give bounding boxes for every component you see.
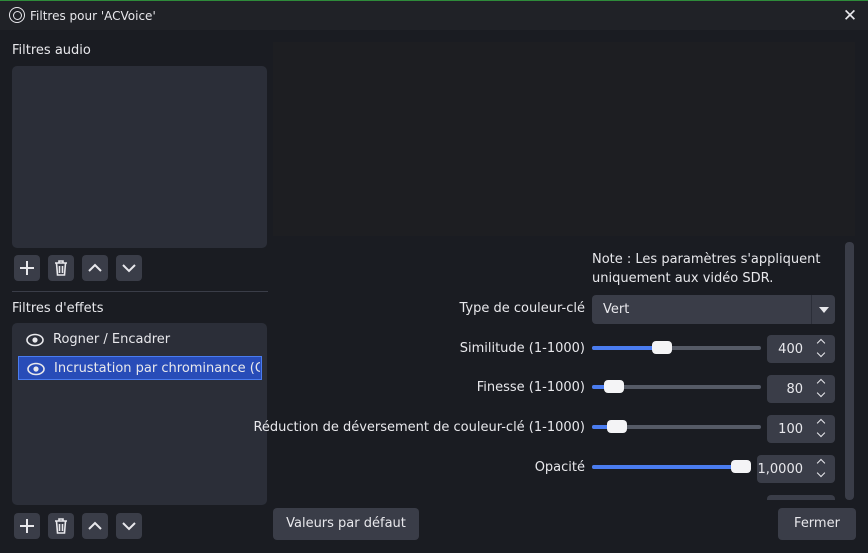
effect-filters-label: Filtres d'effets <box>12 301 104 316</box>
decrement-icon[interactable] <box>813 429 833 441</box>
similarity-value: 400 <box>778 342 803 357</box>
eye-icon[interactable] <box>26 333 44 347</box>
effect-filter-name: Incrustation par chrominance (Chi <box>54 361 260 376</box>
decrement-icon[interactable] <box>813 349 833 361</box>
plus-icon <box>20 519 34 533</box>
opacity-value: 1,0000 <box>757 462 804 477</box>
close-button[interactable]: Fermer <box>778 508 856 540</box>
smoothness-value: 80 <box>786 382 803 397</box>
add-effect-filter-button[interactable] <box>14 513 40 539</box>
increment-icon[interactable] <box>813 457 833 469</box>
increment-icon[interactable] <box>813 337 833 349</box>
increment-icon[interactable] <box>813 417 833 429</box>
remove-audio-filter-button[interactable] <box>48 255 74 281</box>
properties-scrollbar[interactable] <box>845 242 854 500</box>
audio-filters-list[interactable] <box>12 66 267 248</box>
hidden-property-spinbox[interactable] <box>767 495 835 500</box>
effect-filter-item[interactable]: Rogner / Encadrer <box>18 328 262 352</box>
remove-effect-filter-button[interactable] <box>48 513 74 539</box>
spill-reduction-slider[interactable] <box>592 420 761 433</box>
opacity-slider[interactable] <box>592 460 751 473</box>
smoothness-slider[interactable] <box>592 380 761 393</box>
opacity-spinbox[interactable]: 1,0000 <box>757 455 835 483</box>
section-divider <box>12 291 268 292</box>
add-audio-filter-button[interactable] <box>14 255 40 281</box>
chevron-down-icon <box>122 522 136 531</box>
title-bar: Filtres pour 'ACVoice' ✕ <box>0 0 868 30</box>
increment-icon[interactable] <box>813 377 833 389</box>
decrement-icon[interactable] <box>813 389 833 401</box>
similarity-slider-handle[interactable] <box>651 341 672 354</box>
similarity-spinbox[interactable]: 400 <box>767 335 835 363</box>
decrement-icon[interactable] <box>813 469 833 481</box>
filter-preview <box>273 42 855 236</box>
smoothness-slider-handle[interactable] <box>603 380 624 393</box>
spill-reduction-value: 100 <box>778 422 803 437</box>
eye-icon[interactable] <box>27 362 45 376</box>
key-color-type-value: Vert <box>603 302 630 317</box>
key-color-type-label: Type de couleur-clé <box>459 301 585 316</box>
smoothness-label: Finesse (1-1000) <box>476 380 585 395</box>
move-effect-filter-up-button[interactable] <box>82 513 108 539</box>
smoothness-spinbox[interactable]: 80 <box>767 375 835 403</box>
spill-reduction-label: Réduction de déversement de couleur-clé … <box>253 420 585 435</box>
spill-reduction-spinbox[interactable]: 100 <box>767 415 835 443</box>
opacity-label: Opacité <box>534 460 585 475</box>
effect-filter-item-selected[interactable]: Incrustation par chrominance (Chi <box>18 356 262 380</box>
trash-icon <box>55 518 67 534</box>
similarity-slider[interactable] <box>592 341 761 354</box>
similarity-label: Similitude (1-1000) <box>459 341 585 356</box>
sdr-note: Note : Les paramètres s'appliquent uniqu… <box>592 252 821 286</box>
opacity-slider-handle[interactable] <box>731 460 751 473</box>
move-effect-filter-down-button[interactable] <box>116 513 142 539</box>
chevron-up-icon <box>88 521 102 530</box>
defaults-button[interactable]: Valeurs par défaut <box>273 508 419 540</box>
plus-icon <box>20 261 34 275</box>
move-audio-filter-up-button[interactable] <box>82 255 108 281</box>
opacity-slider-fill <box>592 465 741 469</box>
chevron-down-icon <box>122 264 136 273</box>
chevron-down-icon[interactable] <box>811 295 835 324</box>
key-color-type-select[interactable]: Vert <box>592 295 835 324</box>
window-title: Filtres pour 'ACVoice' <box>30 9 156 23</box>
move-audio-filter-down-button[interactable] <box>116 255 142 281</box>
obs-logo-icon <box>9 7 25 23</box>
spill-reduction-slider-handle[interactable] <box>606 420 627 433</box>
chevron-up-icon <box>88 263 102 272</box>
close-window-icon[interactable]: ✕ <box>840 6 860 26</box>
trash-icon <box>55 260 67 276</box>
effect-filter-name: Rogner / Encadrer <box>53 332 171 347</box>
audio-filters-label: Filtres audio <box>12 43 91 58</box>
